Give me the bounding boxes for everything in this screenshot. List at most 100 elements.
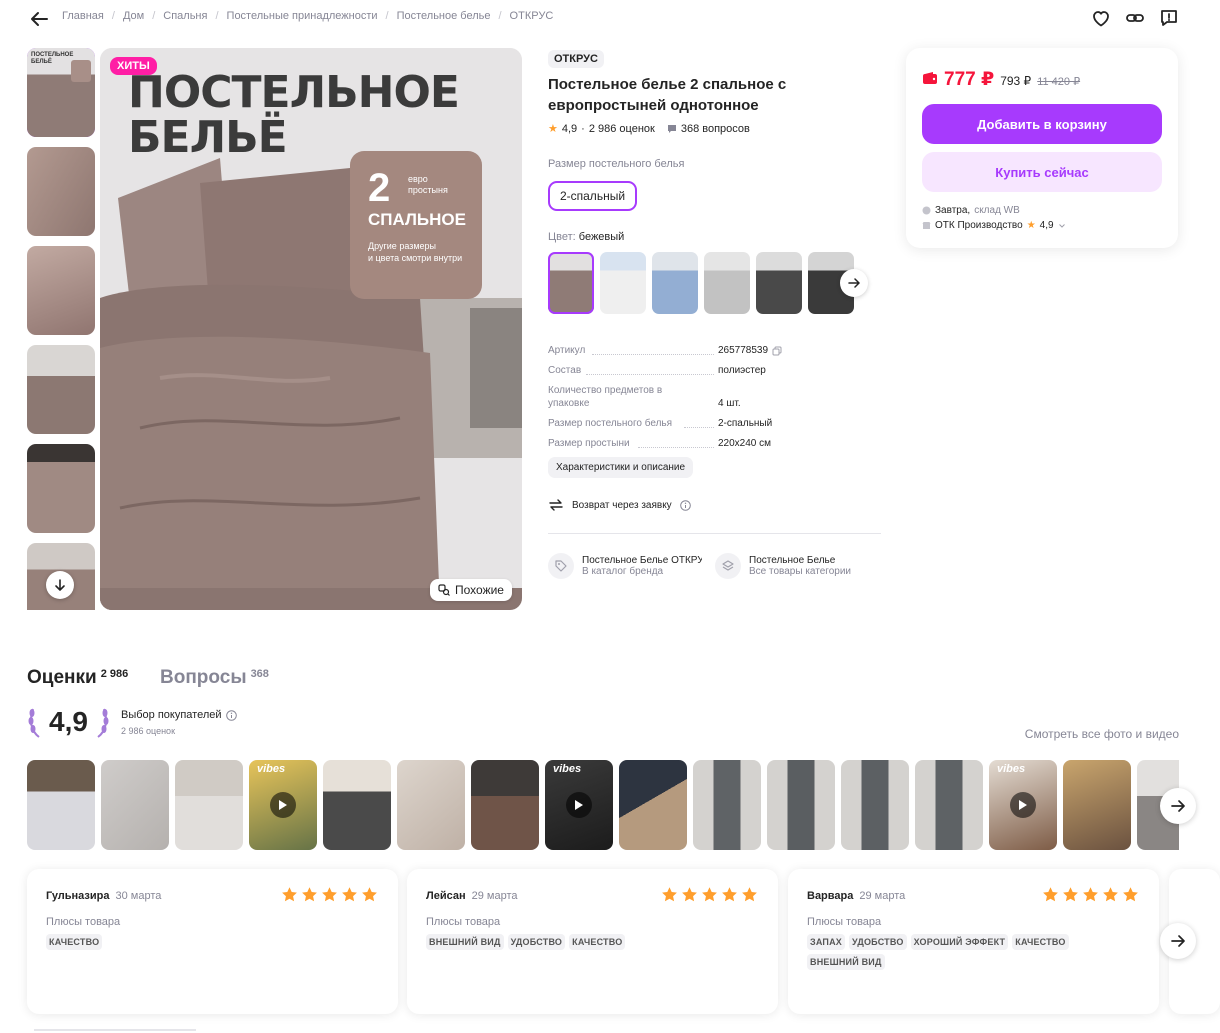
breadcrumb-home[interactable]: Главная: [62, 10, 104, 22]
breadcrumb-brand[interactable]: ОТКРУС: [510, 10, 554, 22]
star-icon: [362, 887, 377, 902]
breadcrumb-bedding[interactable]: Постельные принадлежности: [227, 10, 378, 22]
thumbnail-5[interactable]: [27, 444, 95, 533]
spec-value: полиэстер: [718, 365, 766, 376]
star-icon: ★: [1026, 220, 1036, 231]
swatches-next-button[interactable]: [840, 269, 868, 297]
review-video[interactable]: vibes: [249, 760, 317, 850]
star-icon: [322, 887, 337, 902]
category-link[interactable]: Постельное Белье Все товары категории: [715, 553, 869, 579]
review-tag: КАЧЕСТВО: [1012, 934, 1069, 950]
tag-icon: [548, 553, 574, 579]
review-tag: ХОРОШИЙ ЭФФЕКТ: [910, 934, 1009, 950]
info-icon[interactable]: [679, 499, 691, 511]
play-icon: [270, 792, 296, 818]
star-icon: [1083, 887, 1098, 902]
questions-count[interactable]: 368 вопросов: [681, 123, 750, 135]
return-icon: [549, 499, 563, 511]
spec-value: 4 шт.: [718, 398, 741, 409]
price-block: 777 ₽ 793 ₽ 11 420 ₽: [922, 68, 1080, 91]
info-icon[interactable]: [225, 709, 237, 721]
link-icon[interactable]: [1124, 7, 1146, 29]
buy-now-button[interactable]: Купить сейчас: [922, 152, 1162, 192]
spec-row: Количество предметов в упаковке 4 шт.: [548, 377, 798, 410]
color-swatch-beige[interactable]: [548, 252, 594, 314]
return-policy[interactable]: Возврат через заявку: [548, 498, 691, 512]
review-photo[interactable]: [27, 760, 95, 850]
photo-strip-next-button[interactable]: [1160, 788, 1196, 824]
seller-info[interactable]: ОТК Производство ★ 4,9: [922, 220, 1066, 231]
review-pros-label: Плюсы товара: [807, 916, 882, 928]
review-tag: КАЧЕСТВО: [569, 934, 626, 950]
tab-reviews[interactable]: Оценки 2 986: [27, 667, 128, 689]
review-photo[interactable]: [175, 760, 243, 850]
brand-link-sub: В каталог бренда: [582, 566, 664, 577]
thumbnail-1[interactable]: ПОСТЕЛЬНОЕ БЕЛЬЁ: [27, 48, 95, 137]
rating-summary[interactable]: ★ 4,9 · 2 986 оценок 368 вопросов: [548, 122, 750, 136]
color-swatch-blue[interactable]: [652, 252, 698, 314]
similar-button[interactable]: Похожие: [430, 579, 512, 601]
tab-questions-label: Вопросы: [160, 667, 247, 688]
brand-catalog-link[interactable]: Постельное Белье ОТКРУС В каталог бренда: [548, 553, 702, 579]
review-card[interactable]: Варвара 29 марта Плюсы товара ЗАПАХ УДОБ…: [788, 869, 1159, 1014]
review-video[interactable]: vibes: [545, 760, 613, 850]
review-card[interactable]: Лейсан 29 марта Плюсы товара ВНЕШНИЙ ВИД…: [407, 869, 778, 1014]
review-card[interactable]: Гульназира 30 марта Плюсы товара КАЧЕСТВ…: [27, 869, 398, 1014]
image-headline-line1: ПОСТЕЛЬНОЕ: [128, 67, 460, 118]
reviews-next-button[interactable]: [1160, 923, 1196, 959]
review-photo[interactable]: [915, 760, 983, 850]
add-to-cart-button[interactable]: Добавить в корзину: [922, 104, 1162, 144]
spec-key: Размер постельного белья: [548, 418, 673, 429]
thumbnail-3[interactable]: [27, 246, 95, 335]
spec-row: Размер простыни 220x240 см: [548, 430, 798, 450]
back-arrow-icon[interactable]: [28, 8, 50, 30]
main-product-image[interactable]: ПОСТЕЛЬНОЕ БЕЛЬЁ 2 евро простыня СПАЛЬНО…: [100, 48, 522, 610]
chevron-down-icon: [1058, 223, 1065, 228]
size-option-2-sp[interactable]: 2-спальный: [548, 181, 637, 211]
breadcrumb-bedroom[interactable]: Спальня: [163, 10, 207, 22]
image-card-title: СПАЛЬНОЕ: [368, 210, 466, 229]
review-photo[interactable]: [767, 760, 835, 850]
product-title: Постельное белье 2 спальное с европросты…: [548, 76, 787, 114]
color-swatch-dark-grey[interactable]: [756, 252, 802, 314]
review-photo[interactable]: [471, 760, 539, 850]
big-rating-value: 4,9: [49, 706, 88, 737]
star-icon: [1063, 887, 1078, 902]
star-icon: ★: [548, 123, 558, 135]
similar-icon: [438, 584, 450, 596]
image-promo-card: 2 евро простыня СПАЛЬНОЕ Другие размеры …: [368, 168, 466, 264]
review-photo[interactable]: [323, 760, 391, 850]
thumbnail-2[interactable]: [27, 147, 95, 236]
thumbnail-4[interactable]: [27, 345, 95, 434]
review-video[interactable]: vibes: [989, 760, 1057, 850]
tab-reviews-count: 2 986: [100, 668, 129, 680]
spec-row: Состав полиэстер: [548, 357, 798, 377]
delivery-day: Завтра,: [935, 205, 971, 216]
arrow-right-icon: [1171, 935, 1185, 947]
thumbnail-scroll-down-button[interactable]: [46, 571, 74, 599]
breadcrumb-dom[interactable]: Дом: [123, 10, 144, 22]
review-photo[interactable]: [397, 760, 465, 850]
color-swatch-light-grey[interactable]: [704, 252, 750, 314]
review-tags: КАЧЕСТВО: [46, 934, 346, 950]
review-photo[interactable]: [841, 760, 909, 850]
see-all-media-link[interactable]: Смотреть все фото и видео: [1025, 727, 1179, 741]
breadcrumb: Главная / Дом / Спальня / Постельные принад…: [62, 10, 554, 22]
review-photo[interactable]: [619, 760, 687, 850]
spec-key: Состав: [548, 365, 582, 376]
heart-icon[interactable]: [1090, 7, 1112, 29]
play-icon: [1010, 792, 1036, 818]
breadcrumb-bed-linen[interactable]: Постельное белье: [397, 10, 491, 22]
tab-questions[interactable]: Вопросы 368: [160, 667, 269, 689]
report-icon[interactable]: [1158, 7, 1180, 29]
specs-description-button[interactable]: Характеристики и описание: [548, 457, 694, 478]
hit-badge: ХИТЫ: [110, 57, 157, 75]
review-photo[interactable]: [101, 760, 169, 850]
color-swatch-white[interactable]: [600, 252, 646, 314]
copy-icon[interactable]: [772, 346, 782, 356]
reviews-count[interactable]: 2 986 оценок: [589, 123, 655, 135]
review-photo[interactable]: [1063, 760, 1131, 850]
review-photo[interactable]: [693, 760, 761, 850]
brand-chip[interactable]: ОТКРУС: [548, 50, 604, 68]
price-old-strikethrough: 11 420 ₽: [1037, 76, 1081, 88]
